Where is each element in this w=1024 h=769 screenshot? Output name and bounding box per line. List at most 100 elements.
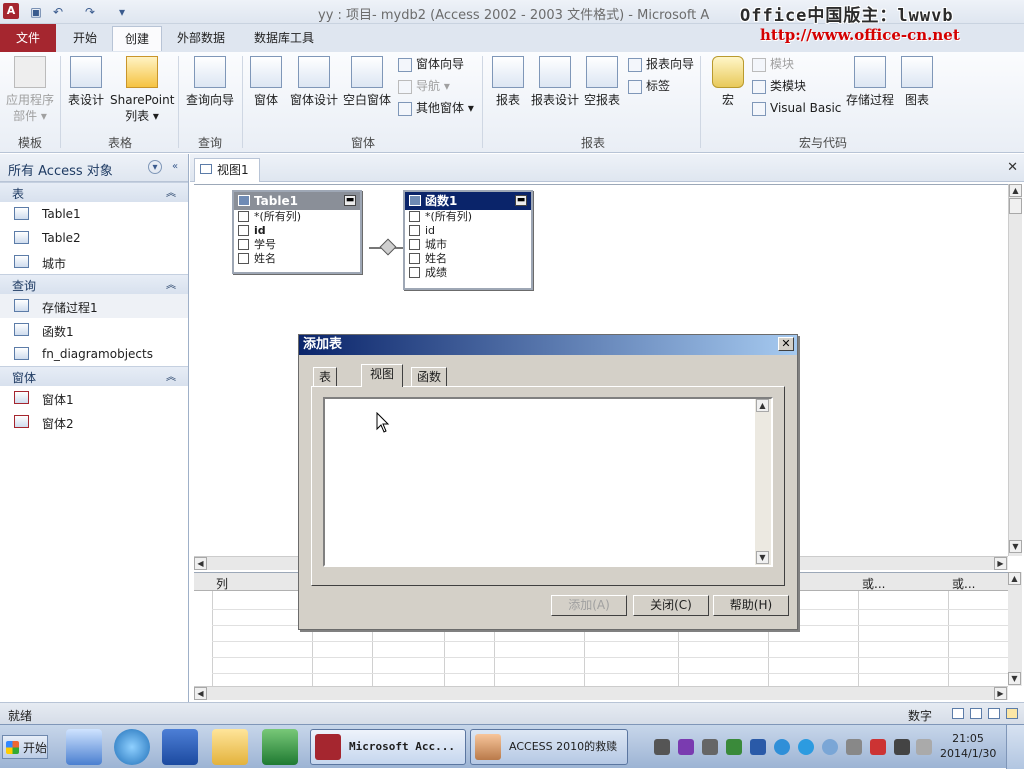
save-icon[interactable]: ▣ [28,4,44,20]
tray-globe-icon[interactable] [774,739,790,755]
navigation-button[interactable]: 导航 ▾ [398,76,450,96]
labels-button[interactable]: 标签 [628,76,670,96]
field-checkbox[interactable] [409,267,420,278]
table-design-button[interactable]: 表设计 [64,56,108,108]
datasheet-view-icon[interactable] [952,708,964,719]
tray-network-icon[interactable] [702,739,718,755]
field-checkbox[interactable] [409,211,420,222]
field-row[interactable]: id [234,224,360,238]
nav-title[interactable]: 所有 Access 对象 [8,160,113,179]
grid-horizontal-scrollbar[interactable]: ◀ ▶ [194,686,1008,700]
word-icon[interactable] [162,729,198,765]
diagram-vertical-scrollbar[interactable]: ▲ ▼ [1008,184,1022,556]
customize-qat-icon[interactable]: ▾ [114,4,130,20]
grid-vertical-scrollbar[interactable]: ▲ ▼ [1008,572,1022,686]
table-box-title[interactable]: Table1 ▬ [234,192,360,210]
bird-app-icon[interactable] [66,729,102,765]
nav-item-table2[interactable]: Table2 [0,226,188,250]
close-icon[interactable]: ✕ [778,337,794,351]
sharepoint-list-button[interactable]: SharePoint 列表 ▾ [110,56,174,124]
object-list[interactable]: ▲ ▼ [323,397,773,567]
field-row[interactable]: *(所有列) [234,210,360,224]
nav-item-city[interactable]: 城市 [0,250,188,274]
tray-keyboard-icon[interactable] [654,739,670,755]
tray-volume-icon[interactable] [894,739,910,755]
field-row[interactable]: *(所有列) [405,210,531,224]
blank-report-button[interactable]: 空报表 [582,56,622,108]
nav-menu-icon[interactable]: ▾ [148,160,162,174]
field-checkbox[interactable] [238,253,249,264]
scroll-up-icon[interactable]: ▲ [756,399,769,412]
design-view-icon[interactable] [1006,708,1018,719]
tray-usb-icon[interactable] [846,739,862,755]
field-checkbox[interactable] [238,239,249,250]
system-clock[interactable]: 21:05 2014/1/30 [940,731,996,761]
tray-qq-icon[interactable] [798,739,814,755]
explorer-folder-icon[interactable] [212,729,248,765]
nav-item-fn-diagramobjects[interactable]: fn_diagramobjects [0,342,188,366]
browser-icon[interactable] [114,729,150,765]
visual-basic-button[interactable]: Visual Basic [752,98,841,118]
excel-icon[interactable] [262,729,298,765]
query-wizard-button[interactable]: 查询向导 [182,56,238,108]
table-box-table1[interactable]: Table1 ▬ *(所有列) id 学号 姓名 [232,190,362,274]
scroll-left-icon[interactable]: ◀ [194,557,207,570]
field-checkbox[interactable] [238,225,249,236]
more-forms-button[interactable]: 其他窗体 ▾ [398,98,474,118]
add-button[interactable]: 添加(A) [551,595,627,616]
tray-power-icon[interactable] [916,739,932,755]
nav-item-function1[interactable]: 函数1 [0,318,188,342]
scroll-down-icon[interactable]: ▼ [1008,672,1021,685]
scroll-thumb[interactable] [1009,198,1022,214]
report-button[interactable]: 报表 [490,56,526,108]
field-row[interactable]: 成绩 [405,266,531,280]
dialog-tab-tables[interactable]: 表 [313,367,338,387]
tab-view1[interactable]: 视图1 [194,158,260,182]
undo-icon[interactable]: ↶ [50,4,66,20]
list-scrollbar[interactable]: ▲ ▼ [755,399,771,565]
table-box-title[interactable]: 函数1 ▬ [405,192,531,210]
field-row[interactable]: 姓名 [405,252,531,266]
field-checkbox[interactable] [409,239,420,250]
blank-form-button[interactable]: 空白窗体 [342,56,392,108]
field-row[interactable]: 姓名 [234,252,360,266]
tab-create[interactable]: 创建 [112,26,162,51]
tray-sync-icon[interactable] [822,739,838,755]
tray-onenote-icon[interactable] [678,739,694,755]
nav-item-form2[interactable]: 窗体2 [0,410,188,434]
field-checkbox[interactable] [238,211,249,222]
pivot-view-icon[interactable] [970,708,982,719]
close-button[interactable]: 关闭(C) [633,595,709,616]
field-row[interactable]: id [405,224,531,238]
close-document-icon[interactable]: ✕ [1007,160,1018,175]
form-wizard-button[interactable]: 窗体向导 [398,54,464,74]
show-desktop-button[interactable] [1006,725,1024,769]
table-box-function1[interactable]: 函数1 ▬ *(所有列) id 城市 姓名 成绩 [403,190,533,290]
tray-alert-icon[interactable] [870,739,886,755]
macro-button[interactable]: 宏 [708,56,748,108]
shutter-close-icon[interactable]: « [168,160,182,174]
nav-item-form1[interactable]: 窗体1 [0,386,188,410]
dialog-tab-functions[interactable]: 函数 [411,367,448,387]
scroll-down-icon[interactable]: ▼ [1009,540,1022,553]
scroll-up-icon[interactable]: ▲ [1009,184,1022,197]
tab-database-tools[interactable]: 数据库工具 [244,26,324,51]
field-checkbox[interactable] [409,225,420,236]
stored-procedure-button[interactable]: 存储过程 [842,56,898,108]
scroll-left-icon[interactable]: ◀ [194,687,207,700]
start-button[interactable]: 开始 [2,735,48,759]
chart-button[interactable]: 图表 [900,56,934,108]
taskbar-window-access[interactable]: Microsoft Acc... [310,729,466,765]
minimize-icon[interactable]: ▬ [344,195,356,206]
scroll-right-icon[interactable]: ▶ [994,557,1007,570]
dialog-title-bar[interactable]: 添加表 ✕ [299,335,797,355]
tab-home[interactable]: 开始 [62,26,108,51]
join-diamond-icon[interactable] [379,238,397,256]
sql-view-icon[interactable] [988,708,1000,719]
minimize-icon[interactable]: ▬ [515,195,527,206]
nav-group-forms[interactable]: 窗体 ︽ [0,366,188,386]
nav-group-queries[interactable]: 查询 ︽ [0,274,188,294]
nav-group-tables[interactable]: 表 ︽ [0,182,188,202]
class-module-button[interactable]: 类模块 [752,76,806,96]
taskbar-window-chat[interactable]: ACCESS 2010的救赎 [470,729,628,765]
